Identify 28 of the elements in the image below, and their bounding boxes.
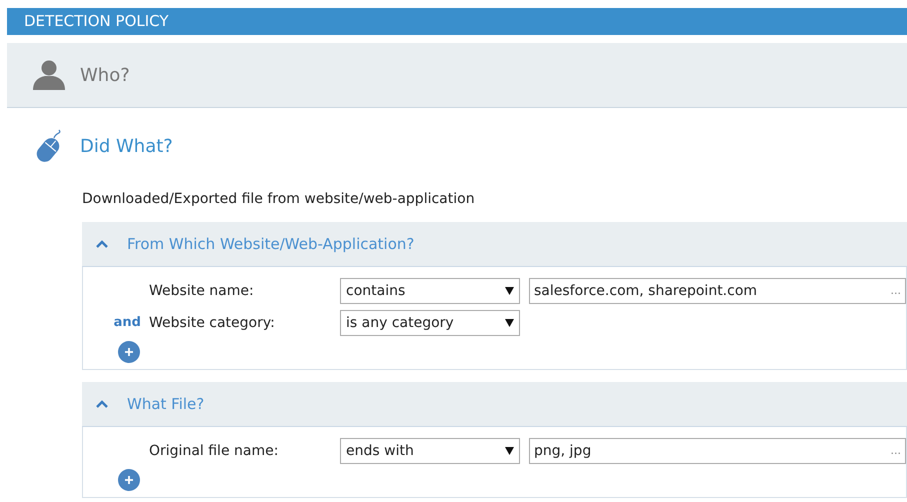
who-title: Who? xyxy=(80,64,130,88)
caret-icon xyxy=(505,319,514,327)
more-button[interactable]: ... xyxy=(890,282,901,300)
plus-icon xyxy=(124,475,134,485)
add-button[interactable] xyxy=(118,341,140,363)
operator-dropdown[interactable]: contains xyxy=(340,278,520,304)
who-section-bar[interactable]: Who? xyxy=(7,43,907,108)
section-title: What File? xyxy=(127,394,204,415)
section-title: From Which Website/Web-Application? xyxy=(127,234,414,255)
add-button[interactable] xyxy=(118,469,140,491)
value-field[interactable]: salesforce.com, sharepoint.com ... xyxy=(529,278,906,304)
action-description: Downloaded/Exported file from website/web-application xyxy=(81,190,476,209)
header-bar: DETECTION POLICY xyxy=(7,8,907,35)
more-button[interactable]: ... xyxy=(890,442,901,460)
condition-label: Website name: xyxy=(149,282,254,298)
value-field[interactable]: png, jpg ... xyxy=(529,438,906,464)
connector-label: and xyxy=(114,315,141,330)
operator-dropdown[interactable]: is any category xyxy=(340,310,520,336)
did-what-title: Did What? xyxy=(80,134,173,158)
chevron-icon[interactable] xyxy=(95,238,109,250)
operator-dropdown[interactable]: ends with xyxy=(340,438,520,464)
chevron-icon[interactable] xyxy=(95,398,109,410)
caret-icon xyxy=(505,287,514,295)
plus-icon xyxy=(124,347,134,357)
person-icon xyxy=(32,60,66,90)
condition-label: Original file name: xyxy=(149,442,278,458)
condition-label: Website category: xyxy=(149,314,275,330)
caret-icon xyxy=(505,447,514,455)
